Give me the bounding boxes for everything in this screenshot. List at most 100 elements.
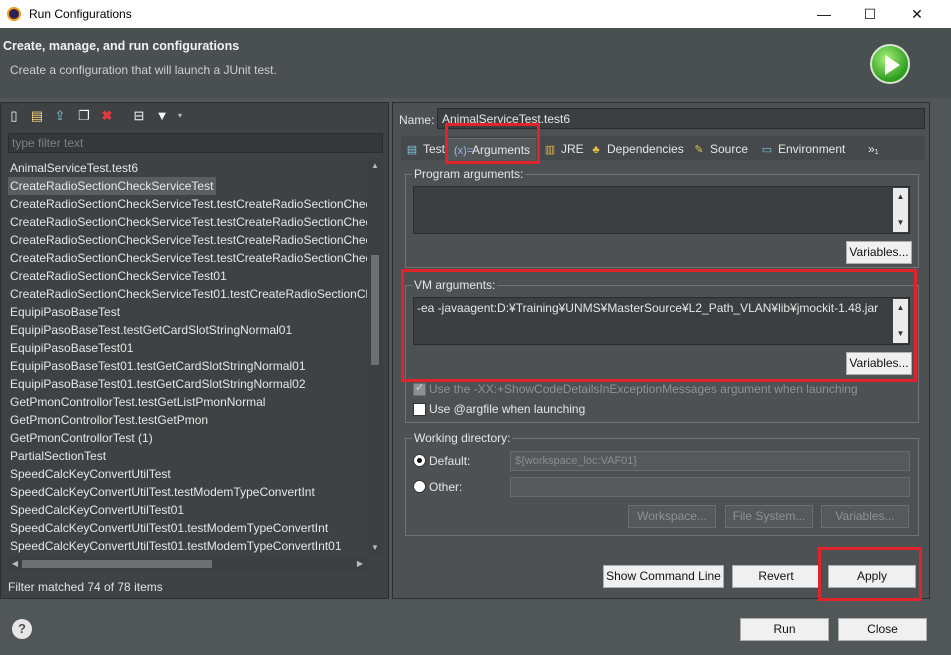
export-icon[interactable]: ⇪: [51, 107, 69, 125]
duplicate-icon[interactable]: ❐: [75, 107, 93, 125]
revert-button[interactable]: Revert: [732, 565, 820, 588]
page-subtitle: Create a configuration that will launch …: [10, 63, 277, 77]
working-directory-variables-button[interactable]: Variables...: [821, 505, 909, 528]
close-window-button[interactable]: ✕: [902, 4, 932, 24]
name-label: Name:: [399, 113, 435, 127]
other-directory-field[interactable]: [510, 477, 910, 497]
tab-jre[interactable]: ▥ JRE: [543, 138, 584, 160]
dependencies-icon: ♣: [592, 144, 600, 156]
filter-menu-chevron-icon[interactable]: ▾: [171, 107, 189, 125]
minimize-button[interactable]: —: [809, 4, 839, 24]
delete-icon[interactable]: ✖: [98, 107, 116, 125]
hscroll-thumb[interactable]: [22, 560, 212, 568]
scroll-down-icon[interactable]: ▼: [893, 327, 908, 341]
list-item[interactable]: SpeedCalcKeyConvertUtilTest.testModemTyp…: [8, 483, 367, 501]
junit-icon: ▤: [406, 144, 418, 156]
list-item[interactable]: PartialSectionTest: [8, 447, 367, 465]
new-prototype-icon[interactable]: ▤: [28, 107, 46, 125]
show-code-details-checkbox[interactable]: [413, 381, 426, 396]
filter-input[interactable]: type filter text: [8, 133, 383, 153]
tree-horizontal-scrollbar[interactable]: ◀ ▶: [8, 556, 367, 572]
scroll-down-icon[interactable]: ▼: [893, 216, 908, 230]
arguments-icon: (x)=: [454, 145, 474, 157]
run-button[interactable]: Run: [740, 618, 829, 641]
vm-arguments-input[interactable]: -ea -javaagent:D:¥Training¥UNMS¥MasterSo…: [413, 297, 910, 345]
vm-arguments-label: VM arguments:: [412, 278, 498, 292]
name-field[interactable]: AnimalServiceTest.test6: [437, 108, 925, 129]
list-item[interactable]: CreateRadioSectionCheckServiceTest.testC…: [8, 195, 367, 213]
program-arguments-input[interactable]: ▲ ▼: [413, 186, 910, 234]
vm-variables-button[interactable]: Variables...: [846, 352, 912, 375]
help-icon[interactable]: ?: [12, 619, 32, 639]
list-item[interactable]: CreateRadioSectionCheckServiceTest01.tes…: [8, 285, 367, 303]
maximize-button[interactable]: ☐: [855, 4, 885, 24]
run-icon: [870, 44, 910, 84]
tab-source[interactable]: ✎ Source: [692, 138, 748, 160]
tab-overflow[interactable]: »₁: [868, 138, 879, 160]
list-item[interactable]: EquipiPasoBaseTest.testGetCardSlotString…: [8, 321, 367, 339]
list-item[interactable]: CreateRadioSectionCheckServiceTest.testC…: [8, 213, 367, 231]
list-item[interactable]: EquipiPasoBaseTest01.testGetCardSlotStri…: [8, 375, 367, 393]
configuration-tree: AnimalServiceTest.test6 CreateRadioSectio…: [8, 159, 367, 555]
vm-arguments-scrollbar[interactable]: ▲ ▼: [893, 299, 908, 343]
list-item[interactable]: AnimalServiceTest.test6: [8, 159, 367, 177]
program-arguments-label: Program arguments:: [412, 167, 526, 181]
filter-icon[interactable]: ▼: [153, 107, 171, 125]
vm-arguments-group: VM arguments: -ea -javaagent:D:¥Training…: [405, 278, 919, 423]
environment-icon: ▭: [761, 144, 773, 156]
list-item[interactable]: GetPmonControllorTest (1): [8, 429, 367, 447]
tab-dependencies[interactable]: ♣ Dependencies: [589, 138, 683, 160]
list-item[interactable]: CreateRadioSectionCheckServiceTest: [8, 177, 217, 195]
tab-test[interactable]: ▤ Test: [405, 138, 445, 160]
argfile-checkbox[interactable]: [413, 403, 426, 416]
tab-arguments[interactable]: (x)=Arguments: [448, 138, 537, 160]
other-radio[interactable]: [413, 480, 426, 493]
tree-vertical-scrollbar[interactable]: ▲ ▼: [367, 159, 383, 555]
jre-icon: ▥: [544, 144, 556, 156]
list-item[interactable]: SpeedCalcKeyConvertUtilTest01.testModemT…: [8, 519, 367, 537]
window-title: Run Configurations: [29, 7, 132, 21]
scroll-up-icon[interactable]: ▲: [367, 159, 383, 173]
scroll-up-icon[interactable]: ▲: [893, 190, 908, 204]
list-item[interactable]: EquipiPasoBaseTest: [8, 303, 367, 321]
source-icon: ✎: [694, 144, 704, 156]
working-directory-label: Working directory:: [412, 431, 513, 445]
list-item[interactable]: CreateRadioSectionCheckServiceTest01: [8, 267, 367, 285]
default-label: Default:: [429, 454, 471, 468]
new-configuration-icon[interactable]: ▯: [5, 107, 23, 125]
program-variables-button[interactable]: Variables...: [846, 241, 912, 264]
default-radio[interactable]: [413, 454, 426, 467]
list-item[interactable]: GetPmonControllorTest.testGetListPmonNor…: [8, 393, 367, 411]
other-label: Other:: [429, 480, 463, 494]
list-item[interactable]: GetPmonControllorTest.testGetPmon: [8, 411, 367, 429]
list-item[interactable]: CreateRadioSectionCheckServiceTest.testC…: [8, 231, 367, 249]
file-system-button[interactable]: File System...: [725, 505, 813, 528]
scroll-down-icon[interactable]: ▼: [367, 541, 383, 555]
scroll-right-icon[interactable]: ▶: [353, 556, 367, 572]
list-item[interactable]: SpeedCalcKeyConvertUtilTest01.testModemT…: [8, 537, 367, 555]
argfile-label: Use @argfile when launching: [429, 402, 586, 416]
apply-button[interactable]: Apply: [828, 565, 916, 588]
list-item[interactable]: EquipiPasoBaseTest01.testGetCardSlotStri…: [8, 357, 367, 375]
list-item[interactable]: EquipiPasoBaseTest01: [8, 339, 367, 357]
title-bar: Run Configurations — ☐ ✕: [0, 0, 951, 28]
default-directory-field[interactable]: ${workspace_loc:VAF01}: [510, 451, 910, 471]
close-button[interactable]: Close: [838, 618, 927, 641]
show-command-line-button[interactable]: Show Command Line: [603, 565, 724, 588]
filter-status: Filter matched 74 of 78 items: [8, 580, 163, 594]
workspace-button[interactable]: Workspace...: [628, 505, 716, 528]
eclipse-icon: [7, 7, 21, 21]
program-arguments-scrollbar[interactable]: ▲ ▼: [893, 188, 908, 232]
working-directory-group: Working directory: Default: ${workspace_…: [405, 431, 919, 536]
scroll-thumb[interactable]: [371, 255, 379, 365]
scroll-left-icon[interactable]: ◀: [8, 556, 22, 572]
tab-bar: ▤ Test (x)=Arguments ▥ JRE ♣ Dependencies ✎…: [401, 136, 925, 160]
scroll-up-icon[interactable]: ▲: [893, 301, 908, 315]
show-code-details-label: Use the -XX:+ShowCodeDetailsInExceptionM…: [429, 382, 858, 396]
list-item[interactable]: SpeedCalcKeyConvertUtilTest01: [8, 501, 367, 519]
list-item[interactable]: SpeedCalcKeyConvertUtilTest: [8, 465, 367, 483]
collapse-all-icon[interactable]: ⊟: [130, 107, 148, 125]
tab-environment[interactable]: ▭ Environment: [760, 138, 846, 160]
list-item[interactable]: CreateRadioSectionCheckServiceTest.testC…: [8, 249, 367, 267]
page-title: Create, manage, and run configurations: [3, 39, 240, 53]
